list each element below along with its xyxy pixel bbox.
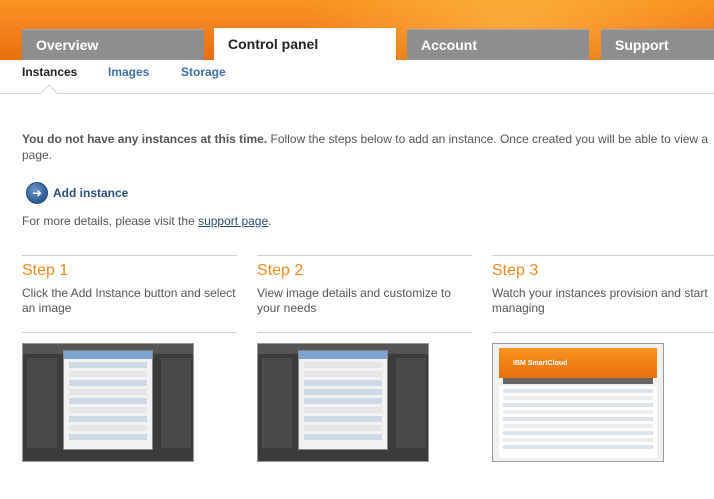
empty-state-text: Follow the steps below to add an instanc… <box>267 132 709 146</box>
step-3-screenshot: IBM SmartCloud <box>492 343 664 462</box>
step-2-screenshot <box>257 343 429 462</box>
tab-support[interactable]: Support <box>601 29 714 60</box>
step-description: Watch your instances provision and start… <box>492 286 708 315</box>
step-title: Step 3 <box>492 262 539 279</box>
step-2: Step 2 View image details and customize … <box>257 255 472 333</box>
divider <box>257 332 472 333</box>
empty-state-bold: You do not have any instances at this ti… <box>22 132 268 146</box>
empty-state-text-line2: page. <box>22 148 53 162</box>
subtab-instances[interactable]: Instances <box>22 65 77 79</box>
main-content: You do not have any instances at this ti… <box>0 95 714 499</box>
support-details: For more details, please visit the suppo… <box>22 214 271 228</box>
tab-overview[interactable]: Overview <box>22 29 204 60</box>
step-title: Step 2 <box>257 262 304 279</box>
step-description: View image details and customize to your… <box>257 286 451 315</box>
add-instance-label: Add instance <box>53 186 129 200</box>
step-3: Step 3 Watch your instances provision an… <box>492 255 714 333</box>
divider <box>22 332 237 333</box>
subtab-images[interactable]: Images <box>108 65 149 79</box>
add-instance-button[interactable]: ➜ Add instance <box>26 182 128 204</box>
add-instance-dialog-preview <box>63 350 153 450</box>
subtab-storage[interactable]: Storage <box>181 65 226 79</box>
step-title: Step 1 <box>22 262 69 279</box>
details-prefix: For more details, please visit the <box>22 214 199 228</box>
tab-control-panel[interactable]: Control panel <box>214 28 396 61</box>
step-1: Step 1 Click the Add Instance button and… <box>22 255 237 333</box>
step-1-screenshot <box>22 343 194 462</box>
step-description: Click the Add Instance button and select… <box>22 286 236 315</box>
support-page-link[interactable]: support page <box>198 214 268 228</box>
divider <box>492 255 714 256</box>
divider <box>257 255 472 256</box>
arrow-right-icon: ➜ <box>26 182 48 204</box>
divider <box>492 332 714 333</box>
details-suffix: . <box>268 214 272 228</box>
step-3-brand: IBM SmartCloud <box>513 360 568 367</box>
divider <box>22 255 237 256</box>
customize-dialog-preview <box>298 350 388 450</box>
empty-state-message: You do not have any instances at this ti… <box>22 131 714 163</box>
tab-account[interactable]: Account <box>407 29 589 60</box>
instances-list-preview <box>499 386 657 458</box>
sub-navigation: Instances Images Storage <box>0 60 714 102</box>
